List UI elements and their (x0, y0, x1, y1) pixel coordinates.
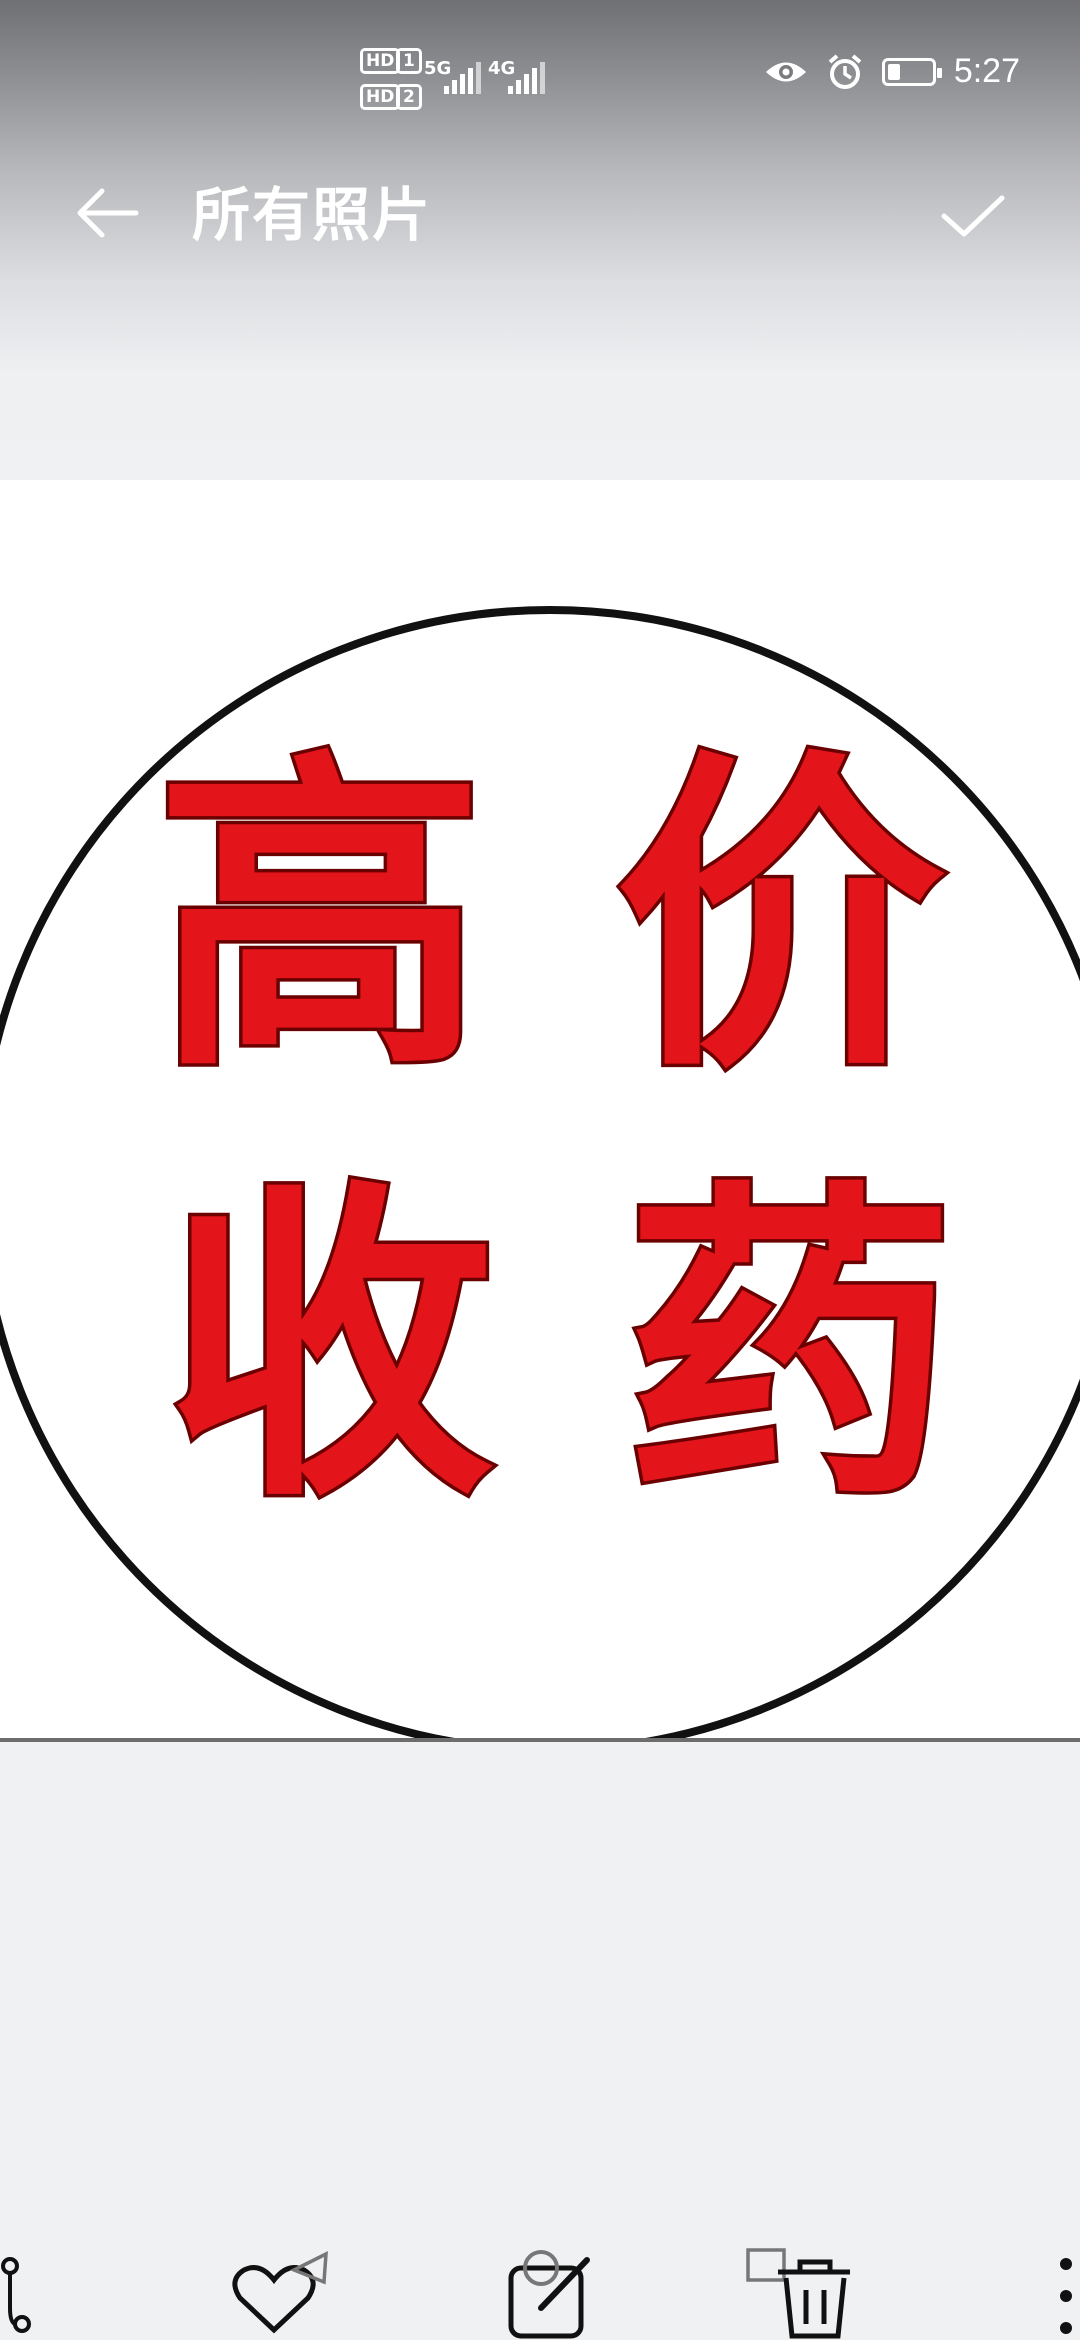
page-title: 所有照片 (192, 181, 433, 249)
stamp-image: 高 价 收 药 (0, 606, 1080, 1738)
eye-icon (765, 62, 806, 81)
checkmark-icon (941, 195, 1005, 237)
delete-icon (746, 2248, 850, 2339)
sim2-index-badge: 2 (396, 84, 422, 110)
stamp-char-2: 价 (615, 722, 945, 1110)
share-icon (1, 2257, 31, 2333)
sim1-hd-badge: HD (360, 48, 401, 74)
bottom-toolbar (0, 2240, 1080, 2340)
favorite-button[interactable] (230, 2248, 330, 2340)
sim2-hd-badge: HD (360, 84, 401, 110)
arrow-left-icon (77, 188, 139, 238)
edit-icon (508, 2250, 590, 2339)
status-right: 5:27 (764, 52, 1020, 91)
signal2-icon (508, 54, 545, 94)
photo-preview[interactable]: 高 价 收 药 (0, 480, 1080, 1742)
status-bar: HD 1 HD 2 5G 4G 5:27 (0, 0, 1080, 160)
sim1-index-badge: 1 (396, 48, 422, 74)
more-button[interactable] (1040, 2248, 1080, 2340)
back-button[interactable] (72, 178, 142, 248)
battery-icon (881, 57, 942, 86)
confirm-button[interactable] (938, 180, 1008, 250)
edit-button[interactable] (505, 2248, 605, 2340)
signal1-icon (444, 54, 481, 94)
clock-time: 5:27 (953, 52, 1020, 90)
share-button[interactable] (0, 2248, 80, 2340)
stamp-char-3: 收 (165, 1152, 495, 1540)
more-icon (1060, 2258, 1072, 2334)
delete-button[interactable] (740, 2248, 850, 2340)
alarm-icon (828, 53, 862, 89)
stamp-char-4: 药 (625, 1152, 955, 1540)
stamp-char-1: 高 (155, 722, 485, 1110)
favorite-icon (232, 2251, 328, 2334)
